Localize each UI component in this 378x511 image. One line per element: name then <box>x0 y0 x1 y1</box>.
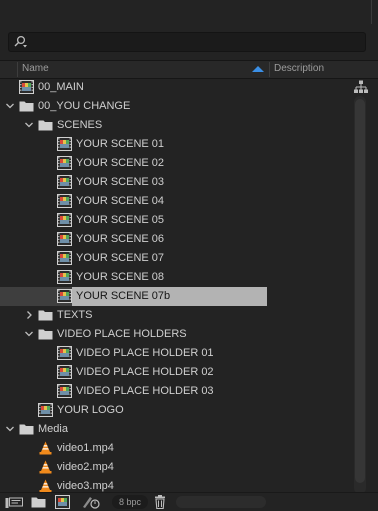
tree-item-label: Media <box>38 423 68 435</box>
tree-item-label: YOUR SCENE 08 <box>76 271 165 283</box>
tree-item-label: VIDEO PLACE HOLDER 02 <box>76 366 214 378</box>
composition-icon <box>57 251 72 265</box>
tree-item-label: video2.mp4 <box>57 461 114 473</box>
tree-item-label: VIDEO PLACE HOLDER 01 <box>76 347 214 359</box>
folder-icon <box>38 120 53 131</box>
tree-item-media-file[interactable]: video2.mp4 <box>0 458 352 477</box>
column-separator[interactable] <box>17 62 18 77</box>
flowchart-icon[interactable] <box>354 80 368 94</box>
tree-item-scene[interactable]: YOUR SCENE 07 <box>0 249 352 268</box>
tree-item-video-holder[interactable]: VIDEO PLACE HOLDER 02 <box>0 363 352 382</box>
tree-folder-scenes[interactable]: SCENES <box>0 116 352 135</box>
search-field[interactable] <box>8 32 366 52</box>
color-depth-button[interactable]: 8 bpc <box>112 495 148 509</box>
project-tree: 00_MAIN 00_YOU CHANGE SCENES YOUR SCENE … <box>0 78 352 496</box>
panel-edge <box>371 0 372 24</box>
tree-item-label: YOUR SCENE 01 <box>76 138 165 150</box>
tree-item-media-file[interactable]: video1.mp4 <box>0 439 352 458</box>
tree-folder-media[interactable]: Media <box>0 420 352 439</box>
interpret-footage-icon[interactable] <box>5 495 23 509</box>
tree-item-label: YOUR SCENE 07 <box>76 252 165 264</box>
tree-item-label: VIDEO PLACE HOLDER 03 <box>76 385 214 397</box>
folder-icon <box>19 101 34 112</box>
chevron-down-icon[interactable] <box>24 120 34 130</box>
tree-item-label: YOUR SCENE 03 <box>76 176 165 188</box>
chevron-down-icon[interactable] <box>5 101 15 111</box>
composition-icon <box>57 346 72 360</box>
composition-icon <box>38 403 53 417</box>
folder-icon <box>38 329 53 340</box>
project-settings-icon[interactable] <box>82 495 100 509</box>
tree-item-label: 00_MAIN <box>38 81 84 93</box>
composition-icon <box>57 137 72 151</box>
tree-item-scene[interactable]: YOUR SCENE 03 <box>0 173 352 192</box>
tree-item-label: YOUR SCENE 07b <box>76 290 171 302</box>
tree-item-scene[interactable]: YOUR SCENE 06 <box>0 230 352 249</box>
chevron-right-icon[interactable] <box>24 310 34 320</box>
tree-item-label: YOUR SCENE 04 <box>76 195 165 207</box>
vertical-scrollbar[interactable] <box>354 96 366 494</box>
vlc-icon <box>39 479 52 493</box>
tree-folder-00-you-change[interactable]: 00_YOU CHANGE <box>0 97 352 116</box>
composition-icon <box>57 365 72 379</box>
composition-icon <box>57 156 72 170</box>
column-name-header[interactable]: Name <box>22 63 49 74</box>
tree-folder-video-place-holders[interactable]: VIDEO PLACE HOLDERS <box>0 325 352 344</box>
tree-item-label: VIDEO PLACE HOLDERS <box>57 328 187 340</box>
composition-icon <box>57 232 72 246</box>
panel-top-strip <box>0 0 378 24</box>
tree-item-label: video1.mp4 <box>57 442 114 454</box>
tree-item-scene[interactable]: YOUR SCENE 01 <box>0 135 352 154</box>
tree-item-scene[interactable]: YOUR SCENE 04 <box>0 192 352 211</box>
tree-item-scene[interactable]: YOUR SCENE 05 <box>0 211 352 230</box>
column-description-header[interactable]: Description <box>274 63 324 74</box>
new-composition-icon[interactable] <box>55 495 70 509</box>
scrollbar-thumb[interactable] <box>355 99 365 483</box>
tree-item-video-holder[interactable]: VIDEO PLACE HOLDER 01 <box>0 344 352 363</box>
composition-icon <box>57 270 72 284</box>
composition-icon <box>57 194 72 208</box>
footer-horizontal-scrollbar[interactable] <box>176 496 266 508</box>
tree-item-label: TEXTS <box>57 309 93 321</box>
chevron-down-icon[interactable] <box>5 424 15 434</box>
folder-icon <box>19 424 34 435</box>
tree-item-label: YOUR SCENE 05 <box>76 214 165 226</box>
composition-icon <box>57 289 72 303</box>
tree-folder-texts[interactable]: TEXTS <box>0 306 352 325</box>
folder-icon <box>38 310 53 321</box>
new-folder-icon[interactable] <box>31 495 46 509</box>
tree-item-label: 00_YOU CHANGE <box>38 100 131 112</box>
tree-item-video-holder[interactable]: VIDEO PLACE HOLDER 03 <box>0 382 352 401</box>
composition-icon <box>57 213 72 227</box>
tree-item-label: YOUR LOGO <box>57 404 124 416</box>
tree-item-00-main[interactable]: 00_MAIN <box>0 78 352 97</box>
tree-item-scene[interactable]: YOUR SCENE 08 <box>0 268 352 287</box>
sort-ascending-icon[interactable] <box>252 66 264 72</box>
tree-item-scene[interactable]: YOUR SCENE 02 <box>0 154 352 173</box>
composition-icon <box>19 80 34 94</box>
trash-icon[interactable] <box>153 495 167 509</box>
tree-item-label: SCENES <box>57 119 103 131</box>
tree-item-your-logo[interactable]: YOUR LOGO <box>0 401 352 420</box>
tree-item-label: YOUR SCENE 02 <box>76 157 165 169</box>
column-separator[interactable] <box>269 62 270 77</box>
column-header: Name Description <box>0 60 378 79</box>
chevron-down-icon[interactable] <box>24 329 34 339</box>
search-icon[interactable] <box>13 35 27 49</box>
composition-icon <box>57 384 72 398</box>
panel-footer: 8 bpc <box>0 492 378 511</box>
tree-item-label: YOUR SCENE 06 <box>76 233 165 245</box>
vlc-icon <box>39 441 52 455</box>
composition-icon <box>57 175 72 189</box>
tree-item-scene-selected[interactable]: YOUR SCENE 07b <box>0 287 352 306</box>
vlc-icon <box>39 460 52 474</box>
